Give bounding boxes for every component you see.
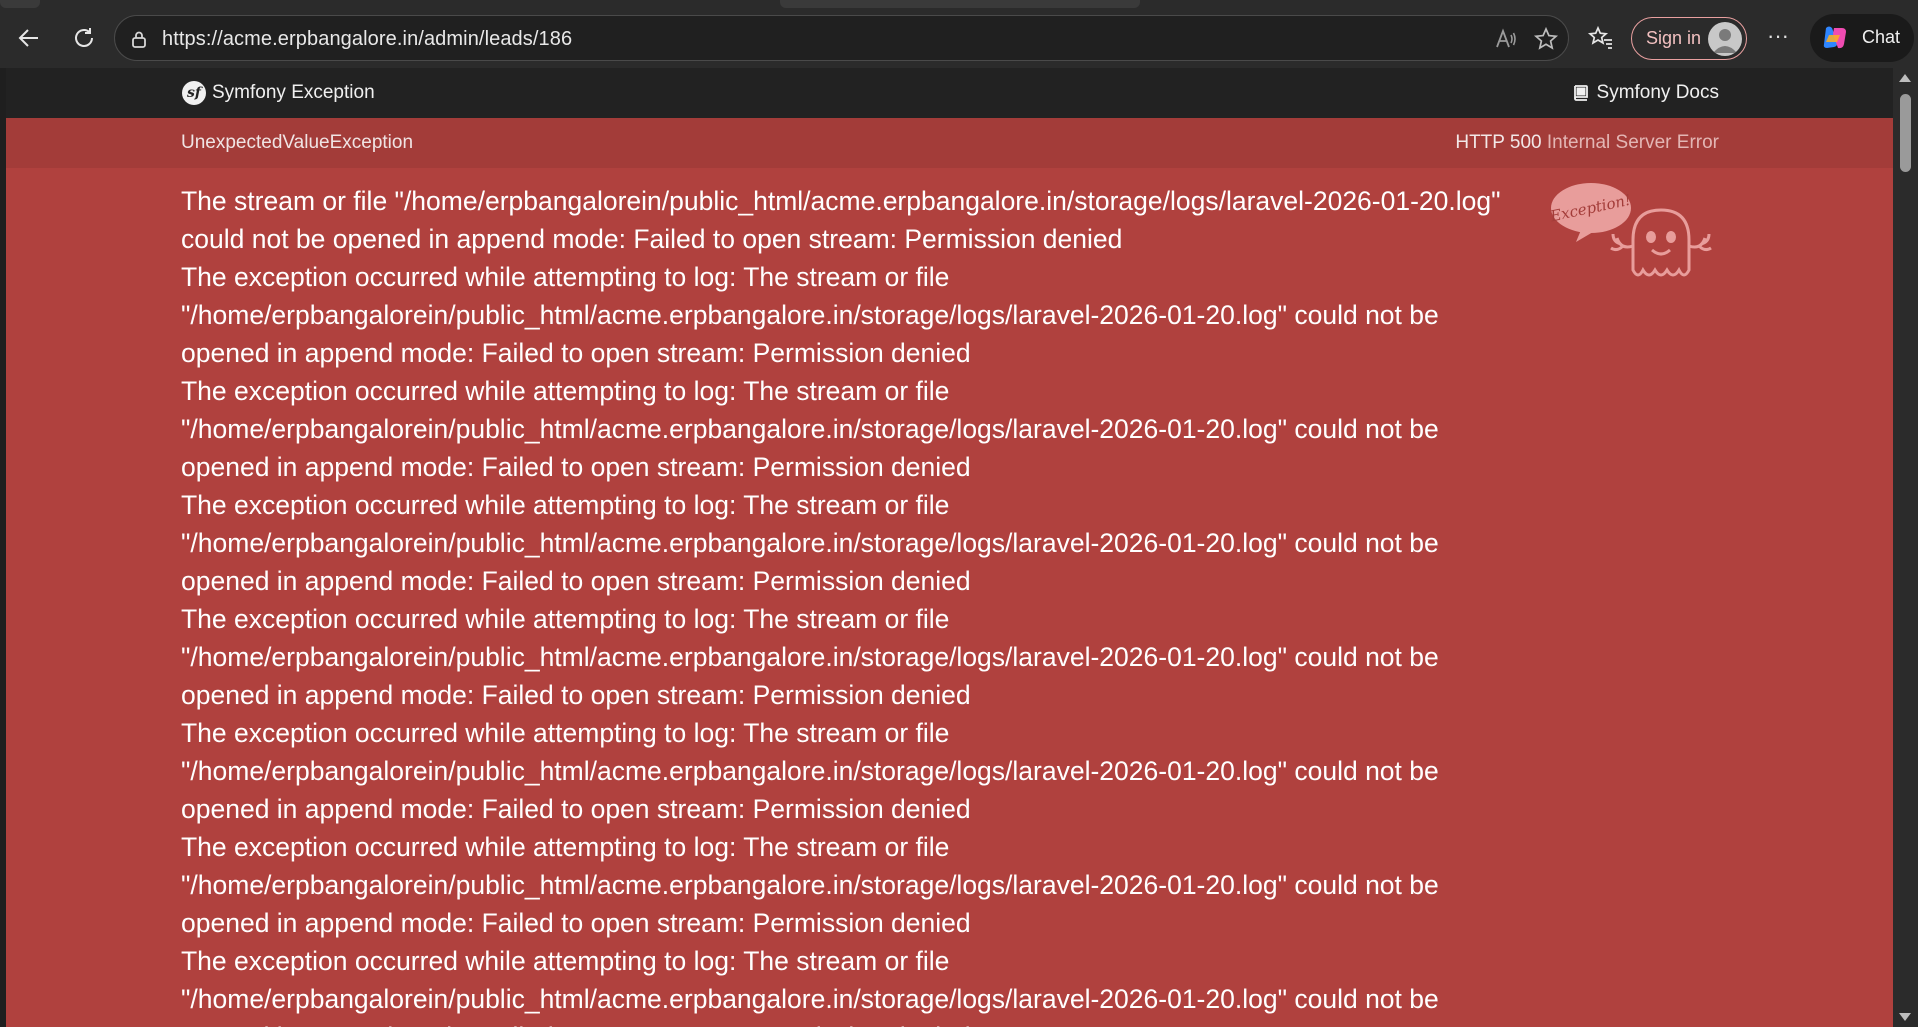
message-line: opened in append mode: Failed to open st… bbox=[181, 338, 971, 368]
status-code: HTTP 500 bbox=[1455, 132, 1542, 153]
read-aloud-icon bbox=[1496, 28, 1516, 48]
exception-summary-bar: UnexpectedValueException HTTP 500 Intern… bbox=[6, 118, 1893, 168]
profile-icon bbox=[1708, 22, 1742, 56]
message-line: "/home/erpbangalorein/public_html/acme.e… bbox=[181, 300, 1439, 330]
message-line: could not be opened in append mode: Fail… bbox=[181, 224, 1123, 254]
message-line: "/home/erpbangalorein/public_html/acme.e… bbox=[181, 528, 1439, 558]
page-scrollbar[interactable] bbox=[1893, 68, 1918, 1027]
back-arrow-icon bbox=[18, 29, 38, 47]
favorites-button[interactable] bbox=[1581, 18, 1621, 58]
symfony-docs-link[interactable]: Symfony Docs bbox=[1572, 82, 1719, 104]
chat-label: Chat bbox=[1862, 27, 1901, 47]
message-line: The exception occurred while attempting … bbox=[181, 490, 950, 520]
message-line: The exception occurred while attempting … bbox=[181, 604, 950, 634]
sign-in-label: Sign in bbox=[1646, 28, 1702, 48]
sign-in-button[interactable]: Sign in bbox=[1631, 17, 1747, 60]
read-aloud-button[interactable] bbox=[1493, 26, 1519, 52]
scroll-thumb[interactable] bbox=[1900, 94, 1911, 172]
http-status: HTTP 500 Internal Server Error bbox=[1455, 132, 1719, 154]
symfony-logo-icon: sf bbox=[182, 81, 206, 105]
tab-edge bbox=[0, 0, 40, 8]
lock-icon[interactable] bbox=[129, 29, 149, 49]
address-bar[interactable]: https://acme.erpbangalore.in/admin/leads… bbox=[114, 15, 1569, 61]
symfony-brand: Symfony Exception bbox=[212, 82, 375, 103]
more-options-button[interactable]: ··· bbox=[1760, 20, 1796, 56]
ghost-icon: Exception! bbox=[1551, 183, 1712, 277]
message-line: "/home/erpbangalorein/public_html/acme.e… bbox=[181, 756, 1439, 786]
tab-edge bbox=[780, 0, 1140, 8]
message-line: "/home/erpbangalorein/public_html/acme.e… bbox=[181, 414, 1439, 444]
scroll-down-arrow-icon[interactable] bbox=[1899, 1013, 1911, 1021]
symfony-header: sf Symfony Exception Symfony Docs bbox=[6, 68, 1893, 118]
message-line: "/home/erpbangalorein/public_html/acme.e… bbox=[181, 984, 1439, 1014]
message-line: "/home/erpbangalorein/public_html/acme.e… bbox=[181, 642, 1439, 672]
message-line: The exception occurred while attempting … bbox=[181, 832, 950, 862]
url-text[interactable]: https://acme.erpbangalore.in/admin/leads… bbox=[162, 28, 572, 51]
star-icon bbox=[1533, 26, 1559, 50]
page-viewport: sf Symfony Exception Symfony Docs Unexpe… bbox=[6, 68, 1893, 1027]
scroll-up-arrow-icon[interactable] bbox=[1899, 74, 1911, 82]
message-line: opened in append mode: Failed to open st… bbox=[181, 452, 971, 482]
message-line: opened in append mode: Failed to open st… bbox=[181, 680, 971, 710]
refresh-icon bbox=[75, 28, 93, 47]
browser-toolbar: https://acme.erpbangalore.in/admin/leads… bbox=[0, 0, 1918, 68]
exception-class: UnexpectedValueException bbox=[181, 132, 414, 153]
message-line: The stream or file "/home/erpbangalorein… bbox=[181, 186, 1501, 216]
message-line: The exception occurred while attempting … bbox=[181, 262, 950, 292]
book-icon bbox=[1573, 85, 1588, 101]
status-text: Internal Server Error bbox=[1546, 132, 1719, 153]
message-line: opened in append mode: Failed to open st… bbox=[181, 566, 971, 596]
message-line: The exception occurred while attempting … bbox=[181, 376, 950, 406]
favorites-icon bbox=[1587, 25, 1612, 49]
back-button[interactable] bbox=[9, 18, 49, 58]
message-line: opened in append mode: Failed to open st… bbox=[181, 794, 971, 824]
exception-message: The stream or file "/home/erpbangalorein… bbox=[181, 182, 1541, 1027]
message-line: The exception occurred while attempting … bbox=[181, 946, 950, 976]
refresh-button[interactable] bbox=[64, 18, 104, 58]
copilot-chat-button[interactable]: Chat bbox=[1810, 14, 1914, 62]
message-line: opened in append mode: Failed to open st… bbox=[181, 908, 971, 938]
message-line: opened in append mode: Failed to open st… bbox=[181, 1018, 1541, 1027]
copilot-icon bbox=[1823, 26, 1846, 49]
favorite-button[interactable] bbox=[1533, 26, 1559, 52]
message-line: The exception occurred while attempting … bbox=[181, 718, 950, 748]
symfony-docs-label[interactable]: Symfony Docs bbox=[1597, 82, 1719, 104]
message-line: "/home/erpbangalorein/public_html/acme.e… bbox=[181, 870, 1439, 900]
